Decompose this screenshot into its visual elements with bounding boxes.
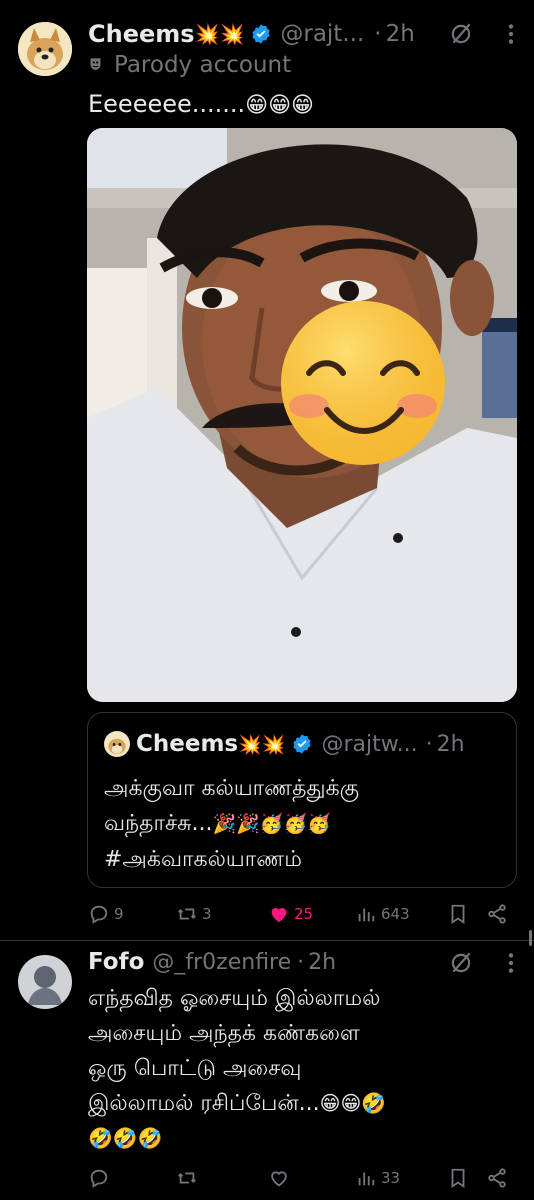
repost-count: 3 bbox=[202, 905, 212, 923]
quoted-avatar[interactable] bbox=[104, 731, 130, 757]
share-icon[interactable] bbox=[486, 903, 508, 925]
tweet-media-image[interactable] bbox=[87, 128, 517, 702]
repost-button[interactable] bbox=[176, 1167, 202, 1189]
quoted-line-2-emojis: 🎉🎉🥳🥳🥳 bbox=[212, 813, 331, 835]
separator-dot: · bbox=[374, 21, 382, 47]
tweet-text-line-3: ஒரு பொட்டு அசைவு bbox=[88, 1056, 302, 1081]
grok-icon[interactable] bbox=[448, 21, 474, 47]
quoted-tweet-header: Cheems 💥💥 @rajtw... · 2h bbox=[104, 729, 465, 759]
photo-illustration bbox=[87, 128, 517, 702]
views-count: 643 bbox=[381, 905, 410, 923]
theater-masks-icon bbox=[90, 58, 101, 70]
tweet-text-content: Eeeeeee....... bbox=[88, 90, 246, 118]
bookmark-icon[interactable] bbox=[447, 1167, 469, 1189]
bookmark-icon[interactable] bbox=[447, 903, 469, 925]
tweet-text-line-1: எந்தவித ஓசையும் இல்லாமல் bbox=[88, 986, 381, 1011]
reply-button[interactable]: 9 bbox=[88, 903, 124, 925]
heart-filled-icon bbox=[271, 908, 287, 923]
views-button[interactable]: 643 bbox=[355, 903, 410, 925]
parody-account-label: Parody account bbox=[114, 52, 292, 78]
separator-dot: · bbox=[297, 949, 305, 975]
quoted-verified-badge-icon bbox=[293, 734, 312, 754]
quoted-timestamp: 2h bbox=[436, 731, 465, 757]
tweet-text-line-5-emojis: 🤣🤣🤣 bbox=[88, 1126, 163, 1150]
quoted-tweet[interactable]: Cheems 💥💥 @rajtw... · 2h அக்குவா கல்யாணத… bbox=[87, 712, 517, 888]
quoted-text-line-1: அக்குவா கல்யாணத்துக்கு bbox=[104, 776, 360, 801]
share-icon[interactable] bbox=[486, 1167, 508, 1189]
tweet-header: Fofo @_fr0zenfire · 2h bbox=[88, 947, 336, 977]
avatar[interactable] bbox=[18, 955, 72, 1009]
user-photo-avatar-icon bbox=[18, 955, 72, 1009]
display-name[interactable]: Cheems bbox=[88, 20, 195, 48]
handle[interactable]: @_fr0zenfire bbox=[152, 950, 291, 975]
tweet-cheems[interactable]: Cheems 💥💥 @rajt... · 2h Parody account E… bbox=[0, 0, 534, 940]
smiling-emoji-sticker bbox=[281, 301, 445, 465]
handle[interactable]: @rajt... bbox=[280, 21, 364, 47]
quoted-tweet-text: அக்குவா கல்யாணத்துக்கு வந்தாச்சு...🎉🎉🥳🥳🥳… bbox=[104, 771, 359, 877]
parody-label-row: Parody account bbox=[88, 50, 291, 80]
doge-avatar-icon bbox=[18, 22, 72, 76]
reply-count: 9 bbox=[114, 905, 124, 923]
views-button[interactable]: 33 bbox=[355, 1167, 400, 1189]
like-count: 25 bbox=[294, 905, 314, 923]
quoted-handle[interactable]: @rajtw... bbox=[321, 732, 417, 757]
views-chart-icon bbox=[358, 908, 375, 922]
quoted-display-name[interactable]: Cheems bbox=[136, 731, 238, 757]
heart-icon bbox=[271, 1171, 287, 1187]
views-count: 33 bbox=[381, 1169, 401, 1187]
reply-icon bbox=[90, 1169, 108, 1188]
like-button[interactable] bbox=[268, 1167, 294, 1189]
tweet-text-line-4-emojis: 😁😁🤣 bbox=[319, 1091, 387, 1115]
quoted-text-line-2: வந்தாச்சு...🎉🎉🥳🥳🥳 bbox=[104, 811, 331, 836]
tweet-text-line-2: அசையும் அந்தக் கண்களை bbox=[88, 1021, 360, 1046]
more-options-icon[interactable] bbox=[500, 21, 522, 47]
grok-icon[interactable] bbox=[448, 950, 474, 976]
tweet-text: எந்தவித ஓசையும் இல்லாமல் அசையும் அந்தக் … bbox=[88, 981, 386, 1156]
quoted-name-emojis: 💥💥 bbox=[238, 733, 286, 756]
avatar[interactable] bbox=[18, 22, 72, 76]
reply-button[interactable] bbox=[88, 1167, 114, 1189]
tweet-fofo[interactable]: Fofo @_fr0zenfire · 2h எந்தவித ஓசையும் இ… bbox=[0, 941, 534, 1200]
tweet-text: Eeeeeee.......😁😁😁 bbox=[88, 88, 314, 122]
reply-icon bbox=[90, 905, 108, 924]
repost-icon bbox=[178, 1172, 196, 1184]
quoted-separator-dot: · bbox=[425, 731, 433, 757]
tweet-text-emojis: 😁😁😁 bbox=[245, 93, 314, 118]
more-options-icon[interactable] bbox=[500, 950, 522, 976]
tweet-header: Cheems 💥💥 @rajt... · 2h bbox=[88, 18, 415, 50]
name-emojis: 💥💥 bbox=[194, 22, 245, 46]
repost-button[interactable]: 3 bbox=[176, 903, 212, 925]
tweet-text-line-4: இல்லாமல் ரசிப்பேன்...😁😁🤣 bbox=[88, 1091, 387, 1116]
display-name[interactable]: Fofo bbox=[88, 949, 144, 975]
views-chart-icon bbox=[358, 1172, 375, 1186]
verified-badge-icon bbox=[252, 24, 270, 44]
repost-icon bbox=[178, 908, 196, 920]
quoted-hashtag[interactable]: #அக்வாகல்யாணம் bbox=[104, 842, 359, 877]
like-button[interactable]: 25 bbox=[268, 903, 313, 925]
timestamp[interactable]: 2h bbox=[308, 950, 336, 975]
timestamp[interactable]: 2h bbox=[386, 21, 415, 47]
